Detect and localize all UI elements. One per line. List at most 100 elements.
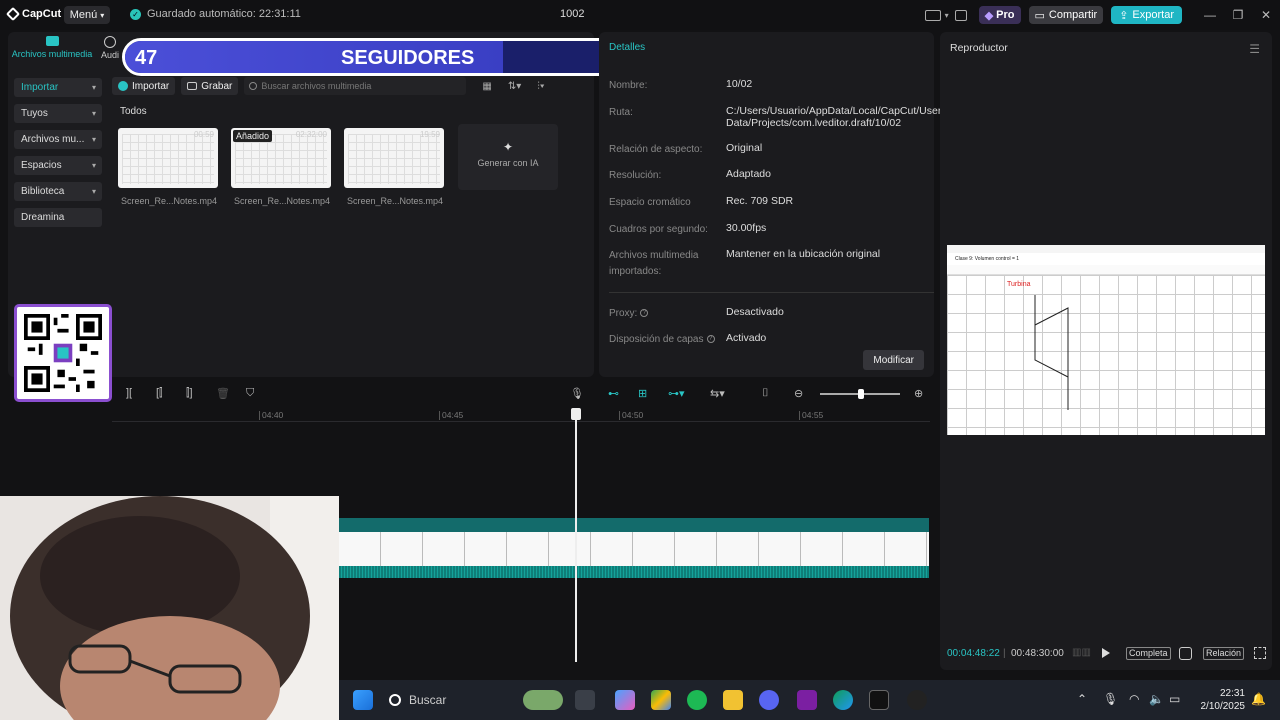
app-logo-text: CapCut: [22, 8, 62, 20]
chevron-down-icon[interactable]: ▾: [945, 11, 949, 20]
waveform-icon[interactable]: ▥▥: [1072, 647, 1091, 658]
pro-button[interactable]: ◆ Pro: [978, 6, 1021, 24]
chevron-down-icon: ▾: [91, 187, 96, 196]
timeline-ruler[interactable]: 04:40 04:45 04:50 04:55: [112, 408, 930, 422]
details-key: Nombre:: [609, 80, 648, 91]
media-thumbnail[interactable]: 00:59: [118, 128, 218, 188]
media-thumbnail[interactable]: 19:59: [344, 128, 444, 188]
microphone-icon[interactable]: 🎙: [570, 387, 584, 400]
audio-waveform[interactable]: [339, 566, 929, 578]
layout-icon[interactable]: [924, 9, 941, 21]
restore-icon[interactable]: ❐: [1224, 8, 1252, 22]
chevron-up-icon[interactable]: ⌃: [1077, 692, 1087, 706]
full-quality-button[interactable]: Completa: [1126, 647, 1171, 660]
aspect-ratio-button[interactable]: Relación: [1203, 647, 1245, 660]
tab-details[interactable]: Detalles: [609, 42, 645, 53]
battery-icon[interactable]: ▭: [1169, 692, 1180, 706]
details-panel: Detalles Nombre: 10/02 Ruta: C:/Users/Us…: [599, 32, 941, 377]
volume-icon[interactable]: 🔈: [1149, 692, 1164, 706]
widget-landscape-icon[interactable]: [523, 690, 563, 710]
tab-audio[interactable]: Audi: [101, 36, 119, 60]
info-icon[interactable]: ?: [706, 335, 715, 344]
sidebar-item-spaces[interactable]: Espacios ▾: [14, 156, 102, 175]
notification-icon[interactable]: 🔔: [1251, 692, 1266, 706]
edge-icon[interactable]: [833, 690, 853, 710]
trim-right-icon[interactable]: ⫿]: [186, 387, 193, 400]
close-icon[interactable]: ✕: [1252, 8, 1280, 22]
play-icon[interactable]: [1102, 648, 1110, 658]
playhead[interactable]: [575, 408, 577, 662]
export-button[interactable]: ⇪ Exportar: [1111, 6, 1182, 24]
link-main-track-icon[interactable]: ⊷: [608, 387, 619, 400]
shortcuts-icon[interactable]: [954, 9, 967, 21]
details-key: Proxy:?: [609, 306, 719, 322]
playhead-handle[interactable]: [571, 408, 581, 420]
capcut-taskbar-icon[interactable]: [869, 690, 889, 710]
microphone-icon[interactable]: 🎙: [1103, 692, 1118, 706]
share-button[interactable]: ▭ Compartir: [1028, 6, 1104, 24]
timecode-separator: |: [1003, 648, 1006, 659]
chevron-down-icon: ▾: [91, 161, 96, 170]
sidebar-item-media-files[interactable]: Archivos mu... ▾: [14, 130, 102, 149]
sidebar-item-label: Biblioteca: [21, 186, 65, 197]
copilot-icon[interactable]: [615, 690, 635, 710]
menu-button[interactable]: Menú ▾: [64, 6, 110, 24]
sidebar-item-library[interactable]: Biblioteca ▾: [14, 182, 102, 201]
discord-icon[interactable]: [759, 690, 779, 710]
zoom-out-icon[interactable]: ⊖: [794, 387, 803, 400]
sort-icon[interactable]: ⇅▾: [508, 81, 521, 92]
file-explorer-icon[interactable]: [723, 690, 743, 710]
google-drive-icon[interactable]: [651, 690, 671, 710]
magnet-icon[interactable]: ⊞: [638, 387, 647, 400]
import-button[interactable]: Importar: [112, 77, 176, 95]
record-button[interactable]: Grabar: [181, 77, 239, 95]
record-label: Grabar: [201, 80, 233, 92]
generate-ai-button[interactable]: ✦ Generar con IA: [458, 124, 558, 190]
preview-axis-icon[interactable]: ⊶▾: [668, 387, 685, 400]
sidebar-item-label: Espacios: [21, 160, 62, 171]
sidebar-item-dreamina[interactable]: Dreamina: [14, 208, 102, 227]
player-title: Reproductor: [950, 42, 1008, 54]
sidebar-item-import[interactable]: Importar ▾: [14, 78, 102, 97]
sidebar-item-label: Dreamina: [21, 212, 65, 223]
info-icon[interactable]: ?: [640, 309, 649, 318]
details-value: Original: [726, 142, 763, 154]
details-key: Relación de aspecto:: [609, 144, 703, 155]
taskbar-clock[interactable]: 22:31 2/10/2025: [1201, 687, 1246, 713]
delete-icon[interactable]: 🗑: [216, 387, 230, 400]
split-icon[interactable]: ][: [126, 387, 132, 399]
project-title[interactable]: 1002: [560, 8, 584, 20]
details-value: Desactivado: [726, 306, 784, 318]
task-view-icon[interactable]: [575, 690, 595, 710]
video-preview[interactable]: Clase 9: Volumen control = 1 Turbina: [947, 245, 1265, 435]
media-thumbnail[interactable]: Añadido 02:32:00: [231, 128, 331, 188]
hamburger-menu-icon[interactable]: ☰: [1249, 42, 1260, 56]
video-clip[interactable]: [339, 532, 929, 566]
screen-icon[interactable]: ⌷: [762, 387, 769, 400]
replace-icon[interactable]: ⇆▾: [710, 387, 725, 400]
tab-media[interactable]: Archivos multimedia: [11, 36, 93, 59]
onenote-icon[interactable]: [797, 690, 817, 710]
modify-button[interactable]: Modificar: [863, 350, 924, 370]
grid-view-icon[interactable]: ▦: [482, 81, 491, 92]
windows-start-icon[interactable]: [353, 690, 373, 710]
sidebar-item-yours[interactable]: Tuyos ▾: [14, 104, 102, 123]
fullscreen-icon[interactable]: [1254, 647, 1266, 659]
spotify-icon[interactable]: [687, 690, 707, 710]
app-logo: CapCut: [5, 6, 62, 22]
details-value: Activado: [726, 332, 767, 344]
taskbar: Buscar ⌃ 🎙 ◠ 🔈 ▭ 22:31 2/10/2025 🔔: [339, 680, 1280, 720]
focus-icon[interactable]: [1179, 647, 1192, 660]
wifi-icon[interactable]: ◠: [1129, 692, 1139, 706]
obs-icon[interactable]: [907, 690, 927, 710]
title-bar: CapCut Menú ▾ ✓ Guardado automático: 22:…: [0, 0, 1280, 30]
shield-icon[interactable]: ⛉: [246, 387, 254, 400]
zoom-slider-handle[interactable]: [858, 389, 864, 399]
video-clip-header[interactable]: [339, 518, 929, 532]
details-value: 10/02: [726, 78, 753, 90]
minimize-icon[interactable]: —: [1196, 8, 1224, 22]
search-input[interactable]: Buscar archivos multimedia: [244, 77, 467, 95]
zoom-in-icon[interactable]: ⊕: [914, 387, 923, 400]
filter-icon[interactable]: ⫶▾: [537, 81, 544, 92]
trim-left-icon[interactable]: [⫿: [156, 387, 163, 400]
